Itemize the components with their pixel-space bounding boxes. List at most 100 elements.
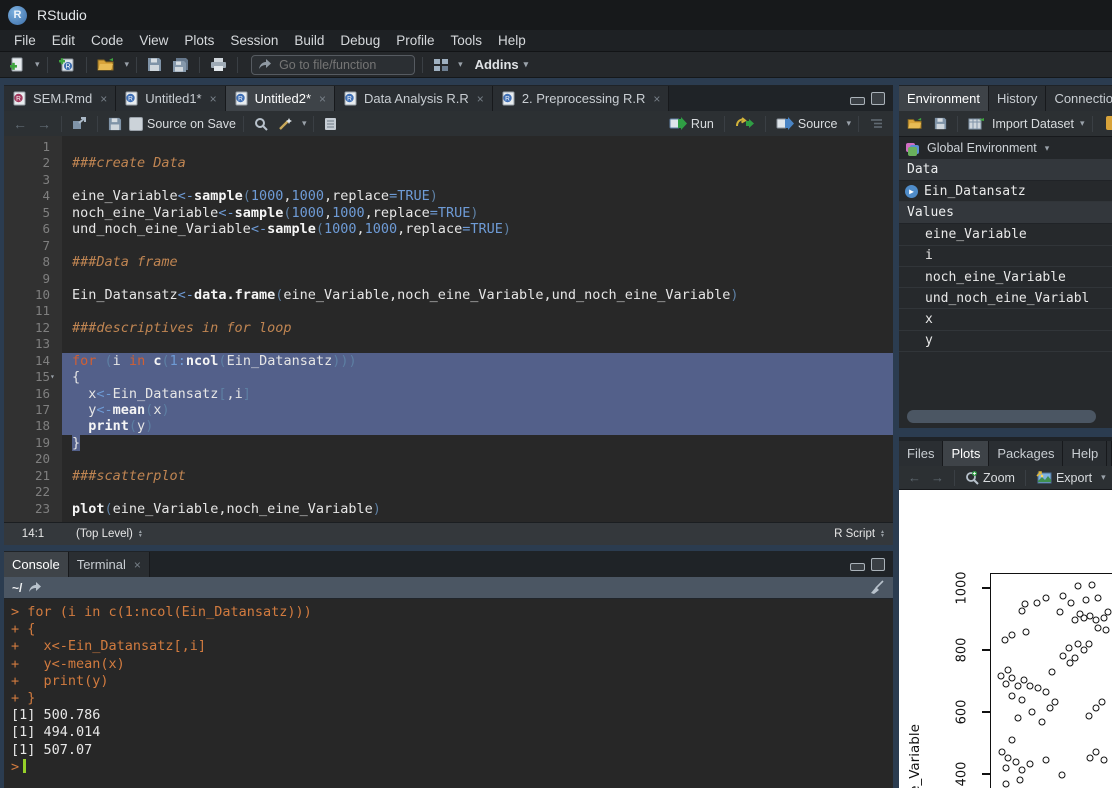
minimize-source-icon[interactable]: [850, 97, 865, 105]
import-dataset-caret[interactable]: ▾: [1080, 118, 1085, 129]
forward-icon[interactable]: →: [34, 113, 54, 135]
env-object-x[interactable]: x: [899, 309, 1112, 330]
source-caret[interactable]: ▾: [846, 118, 851, 129]
tab-terminal[interactable]: Terminal×: [69, 552, 150, 577]
pane-layout-caret[interactable]: ▾: [458, 59, 463, 70]
close-tab-icon[interactable]: ×: [134, 558, 141, 572]
menu-profile[interactable]: Profile: [388, 30, 442, 52]
menu-plots[interactable]: Plots: [176, 30, 222, 52]
env-object-Ein_Datansatz[interactable]: ▶Ein_Datansatz: [899, 181, 1112, 202]
filetype-selector[interactable]: R Script: [834, 528, 875, 540]
tab-help[interactable]: Help: [1063, 441, 1107, 466]
rerun-button[interactable]: [732, 113, 758, 135]
menu-code[interactable]: Code: [83, 30, 131, 52]
tab-history[interactable]: History: [989, 86, 1046, 111]
popout-dir-icon[interactable]: [28, 582, 41, 593]
new-project-button[interactable]: R: [55, 54, 79, 76]
save-all-button[interactable]: [169, 54, 192, 76]
addins-button[interactable]: Addins ▾: [475, 57, 529, 72]
import-dataset-label[interactable]: Import Dataset: [992, 117, 1074, 131]
env-object-y[interactable]: y: [899, 331, 1112, 352]
code-tools-icon[interactable]: [275, 113, 296, 135]
open-file-button[interactable]: [94, 54, 119, 76]
environment-hscrollbar[interactable]: [907, 410, 1096, 423]
close-tab-icon[interactable]: ×: [100, 92, 107, 106]
global-environment-selector[interactable]: Global Environment ▾: [899, 137, 1112, 160]
close-tab-icon[interactable]: ×: [477, 92, 484, 106]
tab-partial[interactable]: [1107, 441, 1112, 466]
menu-session[interactable]: Session: [222, 30, 286, 52]
print-button[interactable]: [207, 54, 230, 76]
console-output-line: [1] 507.07: [11, 742, 893, 759]
env-object-eine_Variable[interactable]: eine_Variable: [899, 224, 1112, 245]
env-object-noch_eine_Variable[interactable]: noch_eine_Variable: [899, 267, 1112, 288]
tab-environment[interactable]: Environment: [899, 86, 989, 111]
close-tab-icon[interactable]: ×: [210, 92, 217, 106]
svg-text:R: R: [16, 96, 21, 103]
document-outline-icon[interactable]: [866, 113, 887, 135]
export-plot-caret[interactable]: ▾: [1101, 472, 1106, 483]
tab-files[interactable]: Files: [899, 441, 943, 466]
env-object-und_noch_eine_Variabl[interactable]: und_noch_eine_Variabl: [899, 288, 1112, 309]
scatter-point: [1027, 682, 1034, 689]
minimize-console-icon[interactable]: [850, 563, 865, 571]
menu-edit[interactable]: Edit: [44, 30, 83, 52]
export-plot-button[interactable]: Export: [1033, 467, 1095, 489]
load-workspace-icon[interactable]: [904, 113, 927, 135]
tab-data-analysis-r-r[interactable]: RData Analysis R.R×: [335, 86, 493, 111]
new-file-button[interactable]: [6, 54, 29, 76]
env-object-i[interactable]: i: [899, 246, 1112, 267]
menu-file[interactable]: File: [6, 30, 44, 52]
menu-tools[interactable]: Tools: [442, 30, 490, 52]
menu-build[interactable]: Build: [286, 30, 332, 52]
new-file-caret[interactable]: ▾: [35, 59, 40, 70]
expand-icon[interactable]: ▶: [905, 185, 918, 198]
import-dataset-icon[interactable]: [965, 113, 988, 135]
console-output[interactable]: > for (i in c(1:ncol(Ein_Datansatz)))+ {…: [4, 599, 893, 788]
save-button[interactable]: [144, 54, 165, 76]
menu-view[interactable]: View: [131, 30, 176, 52]
pane-layout-button[interactable]: [430, 54, 452, 76]
scatter-point: [1047, 704, 1054, 711]
find-icon[interactable]: [251, 113, 271, 135]
tab-packages[interactable]: Packages: [989, 441, 1063, 466]
goto-file-input[interactable]: [277, 57, 391, 73]
tab-plots[interactable]: Plots: [943, 441, 989, 466]
editor-line-21: 21###scatterplot: [4, 468, 893, 484]
menu-debug[interactable]: Debug: [332, 30, 388, 52]
next-plot-icon[interactable]: →: [928, 467, 947, 489]
source-on-save-checkbox[interactable]: [129, 117, 143, 131]
save-source-icon[interactable]: [105, 113, 125, 135]
console-prompt[interactable]: >: [11, 759, 893, 776]
scatter-point: [1101, 757, 1108, 764]
console-command: + y<-mean(x): [11, 656, 893, 673]
compile-report-icon[interactable]: [321, 113, 340, 135]
tab-console[interactable]: Console: [4, 552, 69, 577]
save-workspace-icon[interactable]: [931, 113, 950, 135]
console-output-line: [1] 494.014: [11, 724, 893, 741]
scatter-point: [1067, 660, 1074, 667]
scatter-point: [1022, 629, 1029, 636]
back-icon[interactable]: ←: [10, 113, 30, 135]
tab-sem-rmd[interactable]: RSEM.Rmd×: [4, 86, 116, 111]
close-tab-icon[interactable]: ×: [319, 92, 326, 106]
code-tools-caret[interactable]: ▾: [302, 118, 307, 129]
goto-file-box[interactable]: [251, 55, 415, 75]
open-file-caret[interactable]: ▾: [125, 59, 130, 70]
scope-selector[interactable]: (Top Level): [76, 528, 133, 540]
maximize-console-icon[interactable]: [871, 558, 885, 571]
popout-icon[interactable]: [69, 113, 90, 135]
tab-untitled1-[interactable]: RUntitled1*×: [116, 86, 225, 111]
tab-2-preprocessing-r-r[interactable]: R2. Preprocessing R.R×: [493, 86, 670, 111]
close-tab-icon[interactable]: ×: [653, 92, 660, 106]
tab-untitled2-[interactable]: RUntitled2*×: [226, 86, 335, 111]
code-editor[interactable]: 12###create Data34eine_Variable<-sample(…: [4, 136, 893, 523]
tab-connections[interactable]: Connections: [1046, 86, 1112, 111]
menu-help[interactable]: Help: [490, 30, 534, 52]
maximize-source-icon[interactable]: [871, 92, 885, 105]
zoom-plot-button[interactable]: Zoom: [962, 467, 1018, 489]
run-button[interactable]: Run: [666, 113, 717, 135]
source-button[interactable]: Source: [773, 113, 841, 135]
clear-console-broom-icon[interactable]: [870, 580, 885, 595]
previous-plot-icon[interactable]: ←: [905, 467, 924, 489]
